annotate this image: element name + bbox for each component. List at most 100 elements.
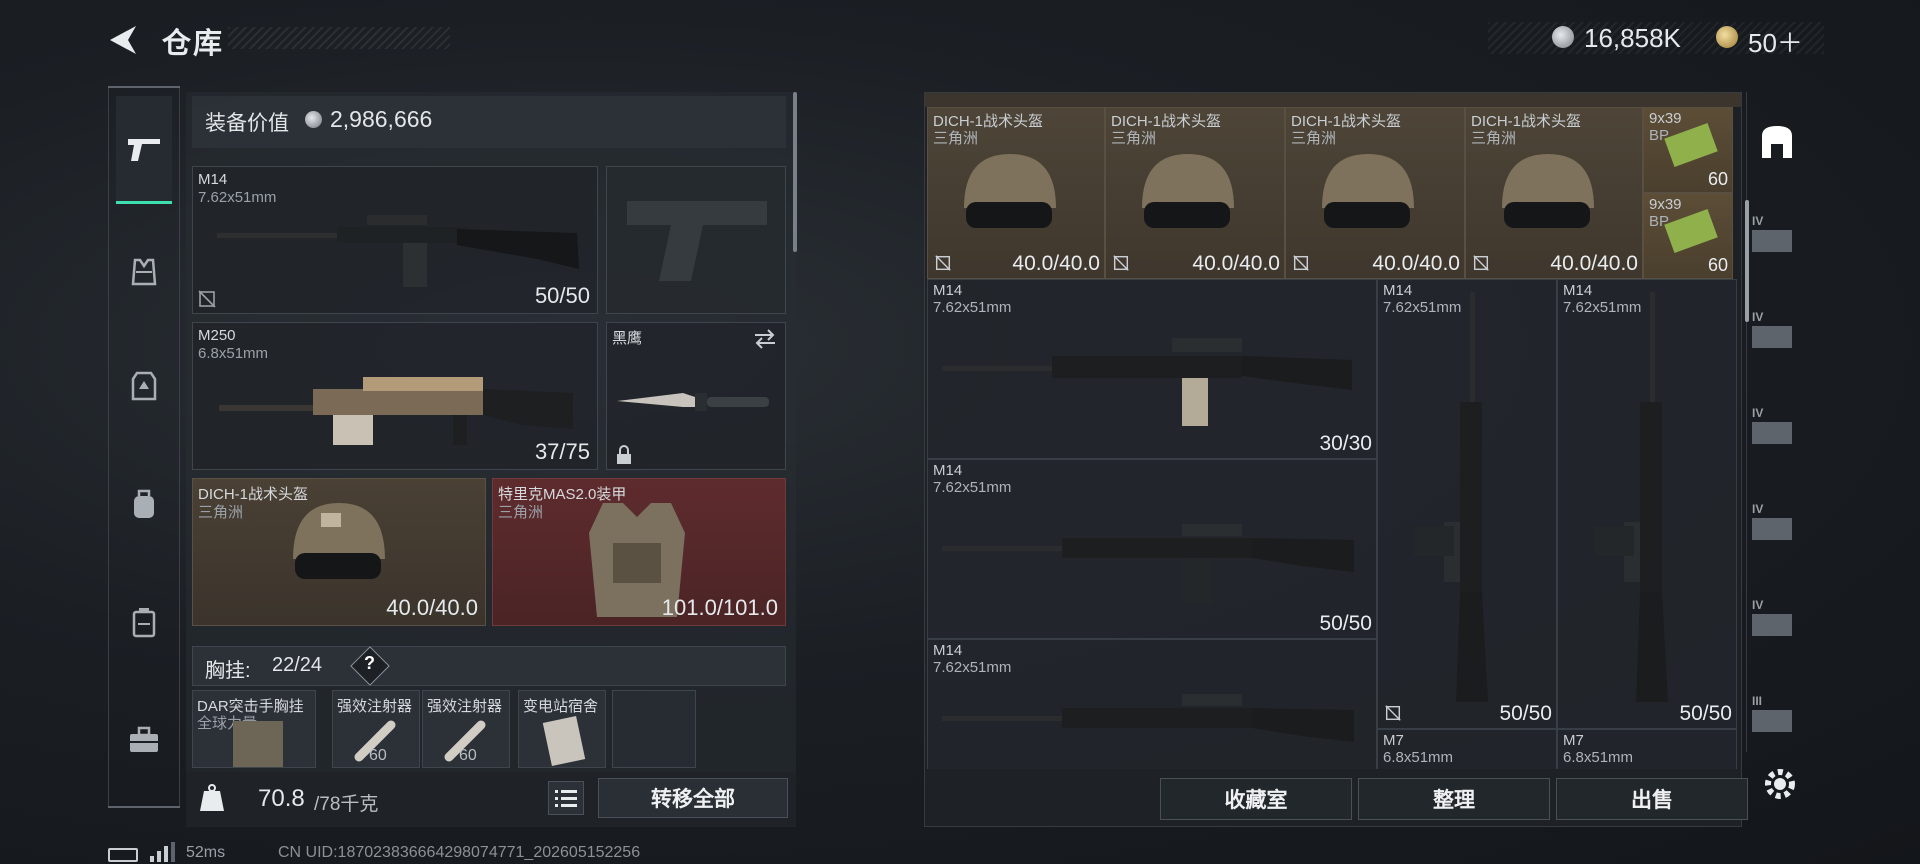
rig-item-name: 强效注射器 (337, 698, 413, 715)
pistol-silhouette-icon (627, 201, 767, 281)
equipment-scrollbar[interactable] (793, 92, 797, 252)
title-decoration (228, 27, 450, 49)
tab-case[interactable] (116, 594, 172, 650)
rig-slot-empty[interactable] (612, 690, 696, 768)
case-icon (132, 608, 156, 638)
category-icon (1752, 614, 1792, 636)
category-tier-iv[interactable]: IV (1752, 214, 1802, 264)
signal-icon (150, 842, 175, 862)
rail-divider (108, 806, 180, 808)
weapon-caliber: 6.8x51mm (1383, 749, 1454, 766)
rifle-vertical-image (1414, 292, 1488, 702)
primary-weapon-slot[interactable]: M14 7.62x51mm 50/50 (192, 166, 598, 314)
category-tier-iii[interactable]: III (1752, 694, 1802, 744)
item-origin: 三角洲 (1471, 130, 1517, 147)
rifle-image (942, 524, 1354, 604)
stash-helmet[interactable]: DICH-1战术头盔 三角洲 40.0/40.0 (1105, 107, 1285, 279)
armor-durability: 101.0/101.0 (661, 595, 778, 620)
stash-rifle[interactable]: M14 7.62x51mm 50/50 (1557, 279, 1737, 729)
stash-ammo[interactable]: 9x39 BP 60 (1643, 193, 1733, 279)
collection-room-button[interactable]: 收藏室 (1160, 778, 1352, 820)
stash-helmet[interactable]: DICH-1战术头盔 三角洲 40.0/40.0 (1285, 107, 1465, 279)
stash-rifle[interactable]: M14 7.62x51mm 30/30 (927, 279, 1377, 459)
list-icon (555, 790, 577, 807)
settings-gear-icon[interactable] (1760, 764, 1800, 804)
rifle-image (942, 694, 1354, 742)
weapon-caliber: 7.62x51mm (933, 479, 1012, 496)
list-view-button[interactable] (548, 781, 584, 815)
ammo-box-image (1664, 123, 1718, 167)
rail-divider (108, 86, 180, 88)
weapon-ammo: 30/30 (1319, 432, 1372, 455)
rig-item-vest[interactable]: DAR突击手胸挂 全球力量 (192, 690, 316, 768)
no-insure-icon (1113, 255, 1129, 271)
knife-image (617, 393, 769, 411)
armor-origin: 三角洲 (498, 504, 544, 521)
stash-ammo[interactable]: 9x39 BP 60 (1643, 107, 1733, 193)
stash-scrollbar[interactable] (1745, 200, 1749, 322)
rifle-vertical-image (1594, 292, 1668, 702)
swap-icon[interactable] (753, 329, 777, 349)
rig-item-injector[interactable]: 强效注射器 60 (332, 690, 420, 768)
helmet-slot[interactable]: DICH-1战术头盔 三角洲 40.0/40.0 (192, 478, 486, 626)
home-icon[interactable] (1752, 118, 1802, 168)
gold-coin-icon (1716, 26, 1738, 48)
ammo-box-image (1664, 209, 1718, 253)
ping-readout: 52ms (186, 844, 226, 861)
helmet-durability: 40.0/40.0 (386, 595, 478, 620)
tab-armor[interactable] (116, 244, 172, 300)
chest-rig-label: 胸挂: (205, 660, 251, 682)
no-insure-icon (198, 290, 216, 308)
tier-label: IV (1752, 310, 1764, 324)
tier-label: III (1752, 694, 1763, 708)
tab-weapons[interactable] (116, 96, 172, 204)
vest-image (233, 721, 283, 767)
rig-item-keycard[interactable]: 变电站宿舍 (518, 690, 606, 768)
category-tier-iv[interactable]: IV (1752, 502, 1802, 552)
gold-balance[interactable]: 50＋ (1748, 23, 1803, 60)
weapon-caliber: 6.8x51mm (1563, 749, 1634, 766)
tab-rig[interactable] (116, 358, 172, 414)
rig-item-count: 60 (369, 747, 387, 764)
back-arrow-icon[interactable] (106, 22, 140, 58)
no-insure-icon (1293, 255, 1309, 271)
stash-rifle[interactable]: M14 7.62x51mm 50/50 (1377, 279, 1557, 729)
stash-helmet[interactable]: DICH-1战术头盔 三角洲 40.0/40.0 (927, 107, 1105, 279)
helmet-origin: 三角洲 (198, 504, 244, 521)
category-icon (1752, 518, 1792, 540)
stash-helmet[interactable]: DICH-1战术头盔 三角洲 40.0/40.0 (1465, 107, 1643, 279)
weapon-ammo: 50/50 (534, 283, 590, 308)
stash-rifle[interactable]: M14 7.62x51mm 50/50 (927, 459, 1377, 639)
tier-label: IV (1752, 214, 1764, 228)
transfer-all-button[interactable]: 转移全部 (598, 778, 788, 818)
weapon-name: M14 (933, 282, 963, 299)
sort-button[interactable]: 整理 (1358, 778, 1550, 820)
item-origin: 三角洲 (1291, 130, 1337, 147)
rig-item-count: 60 (459, 747, 477, 764)
tab-toolbox[interactable] (116, 712, 172, 768)
category-tier-iv[interactable]: IV (1752, 310, 1802, 360)
sell-button[interactable]: 出售 (1556, 778, 1748, 820)
silver-balance: 16,858K (1584, 23, 1681, 53)
rig-item-injector[interactable]: 强效注射器 60 (422, 690, 510, 768)
helmet-image (964, 154, 1056, 228)
armor-slot[interactable]: 特里克MAS2.0装甲 三角洲 101.0/101.0 (492, 478, 786, 626)
secondary-weapon-slot[interactable]: M250 6.8x51mm 37/75 (192, 322, 598, 470)
weapon-name: M7 (1383, 732, 1404, 749)
category-tier-iv[interactable]: IV (1752, 598, 1802, 648)
item-origin: 三角洲 (1111, 130, 1157, 147)
pistol-slot-empty[interactable] (606, 166, 786, 314)
stash-top-strip (925, 93, 1741, 107)
equipment-value-label: 装备价值 (205, 112, 289, 135)
weapon-name: M14 (933, 642, 963, 659)
melee-name: 黑鹰 (612, 330, 643, 347)
pistol-icon (128, 138, 160, 161)
ammo-name: 9x39 (1649, 196, 1682, 213)
category-icon (1752, 710, 1792, 732)
tab-backpack[interactable] (116, 476, 172, 532)
category-icon (1752, 422, 1792, 444)
melee-slot[interactable]: 黑鹰 (606, 322, 786, 470)
lock-icon (617, 445, 631, 464)
item-origin: 三角洲 (933, 130, 979, 147)
category-tier-iv[interactable]: IV (1752, 406, 1802, 456)
